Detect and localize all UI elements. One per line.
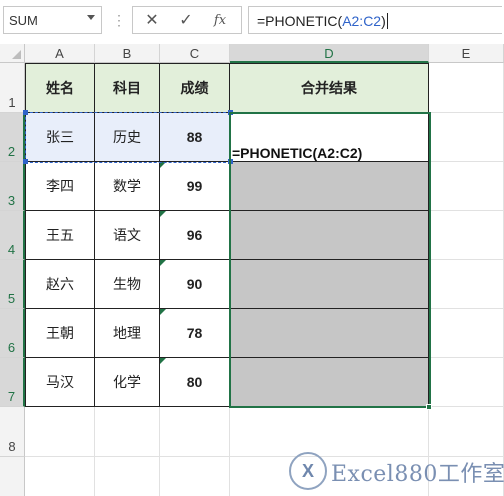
cell-e5[interactable] [429,260,504,309]
cell-e1[interactable] [429,63,504,113]
cell-b4[interactable]: 语文 [95,211,160,260]
row-header-2[interactable]: 2 [0,113,25,162]
cell-d1[interactable]: 合并结果 [230,63,429,113]
fill-handle[interactable] [426,404,432,410]
cell-d4[interactable] [230,211,429,260]
cell-e6[interactable] [429,309,504,358]
column-header-b[interactable]: B [95,44,160,63]
cell-a1[interactable]: 姓名 [25,63,95,113]
cell-e7[interactable] [429,358,504,407]
more-options-icon[interactable]: ⋮ [112,10,126,30]
cell-c4[interactable]: 96 [160,211,230,260]
column-header-a[interactable]: A [25,44,95,63]
reference-handle-bottom-right[interactable] [228,159,233,164]
cell-a3[interactable]: 李四 [25,162,95,211]
cell-c7[interactable]: 80 [160,358,230,407]
name-box-value: SUM [9,13,38,28]
column-header-d[interactable]: D [230,44,429,63]
cell-d7[interactable] [230,358,429,407]
cell-a6[interactable]: 王朝 [25,309,95,358]
cell-c3[interactable]: 99 [160,162,230,211]
watermark-text: Excel880工作室 [331,462,504,487]
active-cell-formula: =PHONETIC(A2:C2) [232,145,363,161]
chevron-down-icon[interactable] [87,15,95,20]
name-box[interactable]: SUM [3,6,102,34]
column-header-e[interactable]: E [429,44,504,63]
cell-b8[interactable] [95,407,160,457]
cell-a8[interactable] [25,407,95,457]
cell-a4[interactable]: 王五 [25,211,95,260]
row-header-4[interactable]: 4 [0,211,25,260]
row-header-9[interactable] [0,457,25,496]
confirm-icon[interactable]: ✓ [175,10,197,32]
cell-c9[interactable] [160,457,230,496]
reference-handle-bottom-left[interactable] [23,159,28,164]
cell-d6[interactable] [230,309,429,358]
watermark-logo: X [289,452,327,490]
row-header-1[interactable]: 1 [0,63,25,113]
formula-buttons: ✕ ✓ fx [132,6,242,34]
cell-c5[interactable]: 90 [160,260,230,309]
cell-e2[interactable] [429,113,504,162]
cell-e4[interactable] [429,211,504,260]
cell-d3[interactable] [230,162,429,211]
row-header-6[interactable]: 6 [0,309,25,358]
cell-b2[interactable]: 历史 [95,113,160,162]
watermark: X Excel880工作室 [289,448,504,492]
select-all-corner[interactable] [0,44,25,63]
cell-e3[interactable] [429,162,504,211]
cell-b7[interactable]: 化学 [95,358,160,407]
cell-a5[interactable]: 赵六 [25,260,95,309]
cancel-icon[interactable]: ✕ [141,10,163,32]
cell-b6[interactable]: 地理 [95,309,160,358]
formula-text: =PHONETIC(A2:C2) [257,13,388,29]
cell-c1[interactable]: 成绩 [160,63,230,113]
cell-b9[interactable] [95,457,160,496]
row-header-3[interactable]: 3 [0,162,25,211]
cell-b3[interactable]: 数学 [95,162,160,211]
row-header-7[interactable]: 7 [0,358,25,407]
cell-a9[interactable] [25,457,95,496]
row-header-5[interactable]: 5 [0,260,25,309]
cell-b5[interactable]: 生物 [95,260,160,309]
row-header-8[interactable]: 8 [0,407,25,457]
cell-a7[interactable]: 马汉 [25,358,95,407]
cell-b1[interactable]: 科目 [95,63,160,113]
text-caret [386,13,388,29]
formula-bar: SUM ⋮ ✕ ✓ fx =PHONETIC(A2:C2) [0,0,504,44]
formula-input[interactable]: =PHONETIC(A2:C2) [248,6,502,34]
cell-c6[interactable]: 78 [160,309,230,358]
reference-handle-top-right[interactable] [228,110,233,115]
cell-a2[interactable]: 张三 [25,113,95,162]
cell-d5[interactable] [230,260,429,309]
cell-c8[interactable] [160,407,230,457]
column-header-c[interactable]: C [160,44,230,63]
reference-handle-top-left[interactable] [23,110,28,115]
insert-function-icon[interactable]: fx [209,10,231,32]
cell-c2[interactable]: 88 [160,113,230,162]
